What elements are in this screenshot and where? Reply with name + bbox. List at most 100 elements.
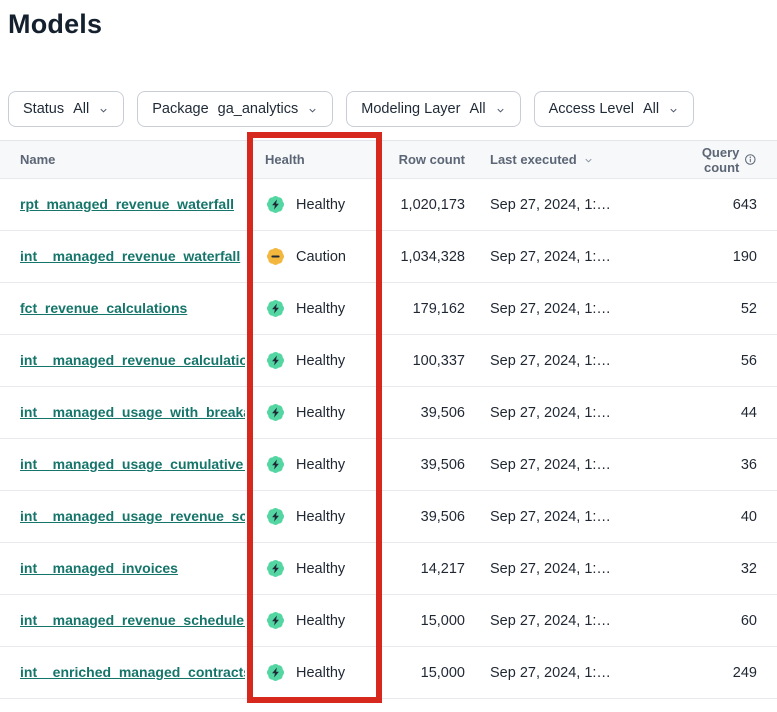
health-cell: Healthy (245, 506, 380, 527)
row-count-cell: 39,506 (380, 405, 465, 421)
last-executed-cell: Sep 27, 2024, 1:… (465, 509, 675, 525)
health-status-label: Healthy (296, 457, 345, 473)
row-count-cell: 100,337 (380, 353, 465, 369)
model-name-cell: fct_revenue_calculations (0, 300, 245, 317)
column-header-query-count-label: Query count (675, 145, 739, 175)
model-name-link[interactable]: int__managed_invoices (20, 560, 178, 576)
table-row: int__managed_usage_revenue_sc… Healthy 3… (0, 491, 777, 543)
model-name-link[interactable]: int__managed_usage_cumulative_… (20, 456, 245, 472)
model-name-link[interactable]: rpt_managed_revenue_waterfall (20, 196, 234, 212)
health-cell: Healthy (245, 350, 380, 371)
health-status-label: Healthy (296, 197, 345, 213)
health-status-label: Healthy (296, 353, 345, 369)
zap-badge-icon (265, 558, 286, 579)
row-count-cell: 15,000 (380, 665, 465, 681)
table-row: int__managed_usage_cumulative_… Healthy … (0, 439, 777, 491)
filter-modeling-layer-label: Modeling Layer (361, 101, 460, 117)
model-name-cell: int__managed_revenue_waterfall (0, 248, 245, 265)
column-header-last-executed[interactable]: Last executed (465, 152, 675, 167)
zap-badge-icon (265, 194, 286, 215)
model-name-cell: int__managed_usage_revenue_sc… (0, 508, 245, 525)
row-count-cell: 15,000 (380, 613, 465, 629)
last-executed-cell: Sep 27, 2024, 1:… (465, 249, 675, 265)
query-count-cell: 40 (675, 509, 777, 525)
query-count-cell: 60 (675, 613, 777, 629)
model-name-cell: int__managed_usage_with_breaka… (0, 404, 245, 421)
health-status-label: Healthy (296, 561, 345, 577)
query-count-cell: 52 (675, 301, 777, 317)
query-count-cell: 643 (675, 197, 777, 213)
model-name-link[interactable]: fct_revenue_calculations (20, 300, 187, 316)
query-count-cell: 32 (675, 561, 777, 577)
last-executed-cell: Sep 27, 2024, 1:… (465, 613, 675, 629)
health-status-label: Healthy (296, 665, 345, 681)
last-executed-cell: Sep 27, 2024, 1:… (465, 301, 675, 317)
filter-modeling-layer-button[interactable]: Modeling Layer All (346, 91, 520, 127)
model-name-link[interactable]: int__managed_revenue_calculations (20, 352, 245, 368)
health-cell: Healthy (245, 662, 380, 683)
table-header-row: Name Health Row count Last executed Quer… (0, 140, 777, 179)
model-name-cell: int__managed_invoices (0, 560, 245, 577)
filter-bar: Status All Package ga_analytics Modeling… (8, 91, 694, 127)
health-status-label: Caution (296, 249, 346, 265)
chevron-down-icon (307, 105, 318, 116)
filter-access-level-value: All (643, 101, 659, 117)
query-count-cell: 249 (675, 665, 777, 681)
table-row: int__managed_usage_with_breaka… Healthy … (0, 387, 777, 439)
zap-badge-icon (265, 298, 286, 319)
column-header-health: Health (245, 152, 380, 167)
table-body: rpt_managed_revenue_waterfall Healthy 1,… (0, 179, 777, 699)
health-cell: Healthy (245, 454, 380, 475)
filter-package-button[interactable]: Package ga_analytics (137, 91, 333, 127)
info-icon[interactable] (744, 152, 757, 167)
zap-badge-icon (265, 454, 286, 475)
zap-badge-icon (265, 610, 286, 631)
filter-access-level-label: Access Level (549, 101, 634, 117)
health-cell: Healthy (245, 298, 380, 319)
table-row: rpt_managed_revenue_waterfall Healthy 1,… (0, 179, 777, 231)
zap-badge-icon (265, 662, 286, 683)
chevron-down-icon (668, 105, 679, 116)
zap-badge-icon (265, 350, 286, 371)
last-executed-cell: Sep 27, 2024, 1:… (465, 405, 675, 421)
column-header-name: Name (0, 152, 245, 167)
last-executed-cell: Sep 27, 2024, 1:… (465, 665, 675, 681)
row-count-cell: 1,034,328 (380, 249, 465, 265)
page-title: Models (8, 9, 777, 40)
row-count-cell: 39,506 (380, 509, 465, 525)
query-count-cell: 56 (675, 353, 777, 369)
query-count-cell: 36 (675, 457, 777, 473)
chevron-down-icon (583, 155, 594, 166)
filter-access-level-button[interactable]: Access Level All (534, 91, 695, 127)
model-name-cell: int__enriched_managed_contracts (0, 664, 245, 681)
health-status-label: Healthy (296, 301, 345, 317)
health-cell: Healthy (245, 402, 380, 423)
model-name-link[interactable]: int__managed_usage_with_breaka… (20, 404, 245, 420)
table-row: int__managed_revenue_waterfall Caution 1… (0, 231, 777, 283)
filter-package-label: Package (152, 101, 208, 117)
health-status-label: Healthy (296, 509, 345, 525)
zap-badge-icon (265, 402, 286, 423)
row-count-cell: 1,020,173 (380, 197, 465, 213)
filter-modeling-layer-value: All (469, 101, 485, 117)
model-name-link[interactable]: int__managed_revenue_schedule_… (20, 612, 245, 628)
health-status-label: Healthy (296, 405, 345, 421)
table-row: fct_revenue_calculations Healthy 179,162… (0, 283, 777, 335)
column-header-query-count: Query count (675, 145, 777, 175)
table-row: int__enriched_managed_contracts Healthy … (0, 647, 777, 699)
filter-status-value: All (73, 101, 89, 117)
filter-status-button[interactable]: Status All (8, 91, 124, 127)
query-count-cell: 190 (675, 249, 777, 265)
model-name-link[interactable]: int__managed_usage_revenue_sc… (20, 508, 245, 524)
last-executed-cell: Sep 27, 2024, 1:… (465, 197, 675, 213)
health-cell: Healthy (245, 194, 380, 215)
row-count-cell: 179,162 (380, 301, 465, 317)
model-name-link[interactable]: int__enriched_managed_contracts (20, 664, 245, 680)
last-executed-cell: Sep 27, 2024, 1:… (465, 353, 675, 369)
model-name-link[interactable]: int__managed_revenue_waterfall (20, 248, 240, 264)
last-executed-cell: Sep 27, 2024, 1:… (465, 457, 675, 473)
health-cell: Healthy (245, 558, 380, 579)
column-header-row-count: Row count (380, 152, 465, 167)
model-name-cell: rpt_managed_revenue_waterfall (0, 196, 245, 213)
column-header-last-executed-label: Last executed (490, 152, 577, 167)
